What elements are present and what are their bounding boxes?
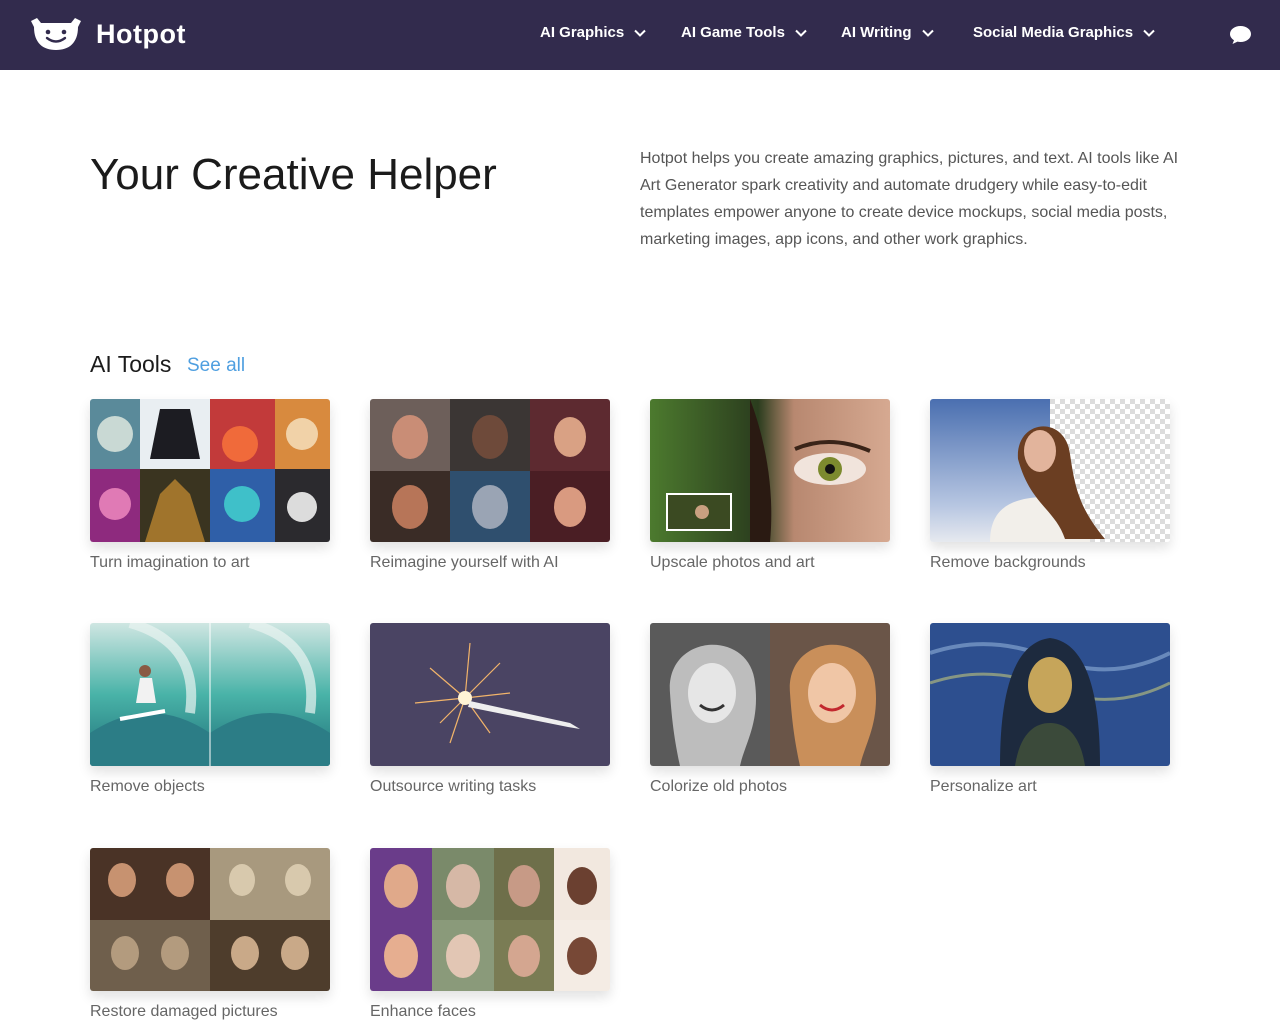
upscaled-eye-image bbox=[650, 399, 890, 542]
tool-thumbnail bbox=[930, 623, 1170, 766]
colorized-portrait-image bbox=[650, 623, 890, 766]
tool-card-style-transfer[interactable]: Personalize art bbox=[930, 623, 1170, 796]
sparkler-pen-image bbox=[370, 623, 610, 766]
nav-ai-writing[interactable]: AI Writing bbox=[841, 24, 934, 41]
nav-label: AI Writing bbox=[841, 24, 912, 41]
nav-ai-game-tools[interactable]: AI Game Tools bbox=[681, 24, 807, 41]
tool-card-background-remover[interactable]: Remove backgrounds bbox=[930, 399, 1170, 572]
tool-card-label: Restore damaged pictures bbox=[90, 1003, 278, 1020]
tool-card-label: Reimagine yourself with AI bbox=[370, 554, 559, 571]
enhanced-faces-image bbox=[370, 848, 610, 991]
tool-thumbnail bbox=[90, 848, 330, 991]
tool-card-label: Outsource writing tasks bbox=[370, 778, 537, 795]
nav-label: AI Graphics bbox=[540, 24, 625, 41]
tool-card-label: Upscale photos and art bbox=[650, 554, 815, 571]
tool-card-label: Colorize old photos bbox=[650, 778, 787, 795]
tool-thumbnail bbox=[370, 399, 610, 542]
nav-social-media-graphics[interactable]: Social Media Graphics bbox=[973, 24, 1155, 41]
chevron-down-icon bbox=[634, 29, 646, 37]
restored-old-photos-image bbox=[90, 848, 330, 991]
chevron-down-icon bbox=[921, 29, 934, 37]
tool-card-colorizer[interactable]: Colorize old photos bbox=[650, 623, 890, 796]
tool-thumbnail bbox=[650, 399, 890, 542]
tool-thumbnail bbox=[90, 399, 330, 542]
tool-card-label: Enhance faces bbox=[370, 1003, 476, 1020]
tool-card-ai-selfies[interactable]: Reimagine yourself with AI bbox=[370, 399, 610, 572]
ai-portraits-collage-image bbox=[370, 399, 610, 542]
ai-tools-heading: AI Tools bbox=[90, 351, 172, 377]
stylized-mona-lisa-image bbox=[930, 623, 1170, 766]
surfer-wave-image bbox=[90, 623, 330, 766]
ai-art-collage-image bbox=[90, 399, 330, 542]
chat-bubble-icon[interactable] bbox=[1229, 25, 1252, 45]
tool-card-ai-writer[interactable]: Outsource writing tasks bbox=[370, 623, 610, 796]
hotpot-logo-icon bbox=[31, 18, 81, 50]
tool-card-ai-art-generator[interactable]: Turn imagination to art bbox=[90, 399, 330, 572]
tool-thumbnail bbox=[370, 848, 610, 991]
chevron-down-icon bbox=[1143, 29, 1155, 37]
home-logo-link[interactable]: Hotpot bbox=[29, 17, 185, 51]
tool-card-label: Turn imagination to art bbox=[90, 554, 250, 571]
tool-card-label: Personalize art bbox=[930, 778, 1037, 795]
nav-ai-graphics[interactable]: AI Graphics bbox=[540, 24, 646, 41]
tool-thumbnail bbox=[930, 399, 1170, 542]
tool-card-upscaler[interactable]: Upscale photos and art bbox=[650, 399, 890, 572]
tool-thumbnail bbox=[650, 623, 890, 766]
chevron-down-icon bbox=[795, 29, 807, 37]
tool-card-face-enhancer[interactable]: Enhance faces bbox=[370, 848, 610, 1021]
tool-thumbnail bbox=[90, 623, 330, 766]
top-navigation-bar: Hotpot AI Graphics AI Game Tools AI Writ… bbox=[0, 0, 1280, 70]
brand-name: Hotpot bbox=[96, 19, 186, 49]
hero-description: Hotpot helps you create amazing graphics… bbox=[640, 150, 1179, 248]
tool-card-photo-restorer[interactable]: Restore damaged pictures bbox=[90, 848, 330, 1021]
tool-card-object-remover[interactable]: Remove objects bbox=[90, 623, 330, 796]
tool-thumbnail bbox=[370, 623, 610, 766]
tool-card-label: Remove objects bbox=[90, 778, 205, 795]
see-all-link[interactable]: See all bbox=[187, 355, 245, 377]
tool-card-label: Remove backgrounds bbox=[930, 554, 1086, 571]
background-removal-image bbox=[930, 399, 1170, 542]
hero-title: Your Creative Helper bbox=[90, 150, 497, 199]
nav-label: Social Media Graphics bbox=[973, 24, 1134, 41]
nav-label: AI Game Tools bbox=[681, 24, 785, 41]
